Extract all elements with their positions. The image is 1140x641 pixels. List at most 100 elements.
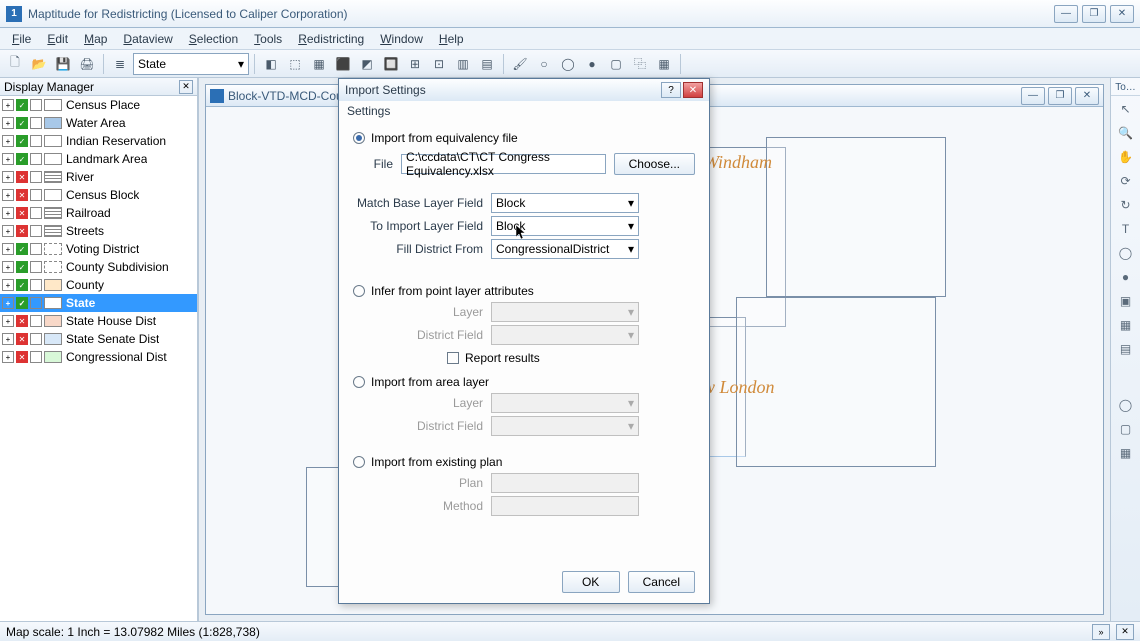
layer-visibility-toggle[interactable]: ✕ — [16, 207, 28, 219]
menu-redistricting[interactable]: Redistricting — [290, 30, 372, 48]
shape-icon[interactable]: ◯ — [1115, 242, 1137, 264]
layer-row[interactable]: +✓County Subdivision — [0, 258, 197, 276]
layer-properties-icon[interactable] — [30, 171, 42, 183]
layer-row[interactable]: +✕Railroad — [0, 204, 197, 222]
radio-import-existing[interactable] — [353, 456, 365, 468]
fill-district-dropdown[interactable]: CongressionalDistrict▾ — [491, 239, 639, 259]
layer-row[interactable]: +✓Census Place — [0, 96, 197, 114]
copy-icon[interactable]: ⿻ — [629, 53, 651, 75]
status-close-button[interactable]: ✕ — [1116, 624, 1134, 640]
map-minimize-button[interactable]: — — [1021, 87, 1045, 105]
layer-visibility-toggle[interactable]: ✓ — [16, 261, 28, 273]
tool-icon[interactable]: ▤ — [476, 53, 498, 75]
tool-icon[interactable]: ⊡ — [428, 53, 450, 75]
print-icon[interactable]: 🖨 — [76, 53, 98, 75]
layer-row[interactable]: +✓County — [0, 276, 197, 294]
layer-properties-icon[interactable] — [30, 225, 42, 237]
shape-icon[interactable]: ▢ — [1115, 418, 1137, 440]
maximize-button[interactable]: ❐ — [1082, 5, 1106, 23]
rotate-icon[interactable]: ⟳ — [1115, 170, 1137, 192]
expand-icon[interactable]: + — [2, 135, 14, 147]
menu-map[interactable]: Map — [76, 30, 115, 48]
expand-icon[interactable]: + — [2, 189, 14, 201]
layer-row[interactable]: +✓Water Area — [0, 114, 197, 132]
layer-properties-icon[interactable] — [30, 117, 42, 129]
pan-icon[interactable]: ✋ — [1115, 146, 1137, 168]
tool-icon[interactable]: ▦ — [308, 53, 330, 75]
circle-icon[interactable]: ◯ — [557, 53, 579, 75]
layer-properties-icon[interactable] — [30, 99, 42, 111]
radio-infer-point[interactable] — [353, 285, 365, 297]
layer-visibility-toggle[interactable]: ✕ — [16, 225, 28, 237]
close-button[interactable]: ✕ — [1110, 5, 1134, 23]
ok-button[interactable]: OK — [562, 571, 620, 593]
shape-icon[interactable]: ◯ — [1115, 394, 1137, 416]
layer-row[interactable]: +✓State — [0, 294, 197, 312]
menu-selection[interactable]: Selection — [181, 30, 246, 48]
expand-icon[interactable]: + — [2, 351, 14, 363]
radio-import-equivalency[interactable] — [353, 132, 365, 144]
shape-icon[interactable]: ▤ — [1115, 338, 1137, 360]
layer-properties-icon[interactable] — [30, 351, 42, 363]
layer-properties-icon[interactable] — [30, 315, 42, 327]
menu-edit[interactable]: Edit — [39, 30, 76, 48]
layer-visibility-toggle[interactable]: ✓ — [16, 243, 28, 255]
refresh-icon[interactable]: ↻ — [1115, 194, 1137, 216]
layer-visibility-toggle[interactable]: ✓ — [16, 279, 28, 291]
layer-visibility-toggle[interactable]: ✕ — [16, 171, 28, 183]
expand-icon[interactable]: + — [2, 261, 14, 273]
tool-icon[interactable]: ⬚ — [284, 53, 306, 75]
status-button[interactable]: » — [1092, 624, 1110, 640]
cancel-button[interactable]: Cancel — [628, 571, 695, 593]
menu-window[interactable]: Window — [372, 30, 431, 48]
text-icon[interactable]: T — [1115, 218, 1137, 240]
new-icon[interactable]: 🗋 — [4, 53, 26, 75]
shape-icon[interactable]: ● — [1115, 266, 1137, 288]
open-icon[interactable]: 📂 — [28, 53, 50, 75]
tool-icon[interactable]: ◧ — [260, 53, 282, 75]
file-path-field[interactable]: C:\ccdata\CT\CT Congress Equivalency.xls… — [401, 154, 606, 174]
layers-icon[interactable]: ▦ — [653, 53, 675, 75]
close-panel-button[interactable]: ✕ — [179, 80, 193, 94]
layer-visibility-toggle[interactable]: ✓ — [16, 117, 28, 129]
layer-properties-icon[interactable] — [30, 279, 42, 291]
layer-row[interactable]: +✕Census Block — [0, 186, 197, 204]
tool-icon[interactable]: ▥ — [452, 53, 474, 75]
expand-icon[interactable]: + — [2, 207, 14, 219]
expand-icon[interactable]: + — [2, 243, 14, 255]
pointer-icon[interactable]: ↖ — [1115, 98, 1137, 120]
shape-icon[interactable]: ▣ — [1115, 290, 1137, 312]
layer-visibility-toggle[interactable]: ✓ — [16, 99, 28, 111]
save-icon[interactable]: 💾 — [52, 53, 74, 75]
brush-icon[interactable]: 🖌 — [509, 53, 531, 75]
layer-visibility-toggle[interactable]: ✕ — [16, 333, 28, 345]
layer-properties-icon[interactable] — [30, 207, 42, 219]
zoom-icon[interactable]: 🔍 — [1115, 122, 1137, 144]
tool-icon[interactable]: ⬛ — [332, 53, 354, 75]
layer-visibility-toggle[interactable]: ✕ — [16, 189, 28, 201]
layer-visibility-toggle[interactable]: ✓ — [16, 297, 28, 309]
map-maximize-button[interactable]: ❐ — [1048, 87, 1072, 105]
layer-properties-icon[interactable] — [30, 333, 42, 345]
map-close-button[interactable]: ✕ — [1075, 87, 1099, 105]
menu-dataview[interactable]: Dataview — [115, 30, 180, 48]
menu-tools[interactable]: Tools — [246, 30, 290, 48]
square-icon[interactable]: ▢ — [605, 53, 627, 75]
expand-icon[interactable]: + — [2, 171, 14, 183]
layer-row[interactable]: +✕Congressional Dist — [0, 348, 197, 366]
expand-icon[interactable]: + — [2, 297, 14, 309]
layer-selector[interactable]: State▾ — [133, 53, 249, 75]
layer-properties-icon[interactable] — [30, 153, 42, 165]
choose-button[interactable]: Choose... — [614, 153, 695, 175]
layer-properties-icon[interactable] — [30, 189, 42, 201]
layer-properties-icon[interactable] — [30, 297, 42, 309]
expand-icon[interactable]: + — [2, 153, 14, 165]
layer-row[interactable]: +✕State House Dist — [0, 312, 197, 330]
dialog-menu[interactable]: Settings — [339, 101, 709, 121]
report-results-checkbox[interactable] — [447, 352, 459, 364]
layer-row[interactable]: +✓Indian Reservation — [0, 132, 197, 150]
layer-row[interactable]: +✓Voting District — [0, 240, 197, 258]
circle-icon[interactable]: ○ — [533, 53, 555, 75]
tool-icon[interactable]: ⊞ — [404, 53, 426, 75]
layer-visibility-toggle[interactable]: ✕ — [16, 315, 28, 327]
